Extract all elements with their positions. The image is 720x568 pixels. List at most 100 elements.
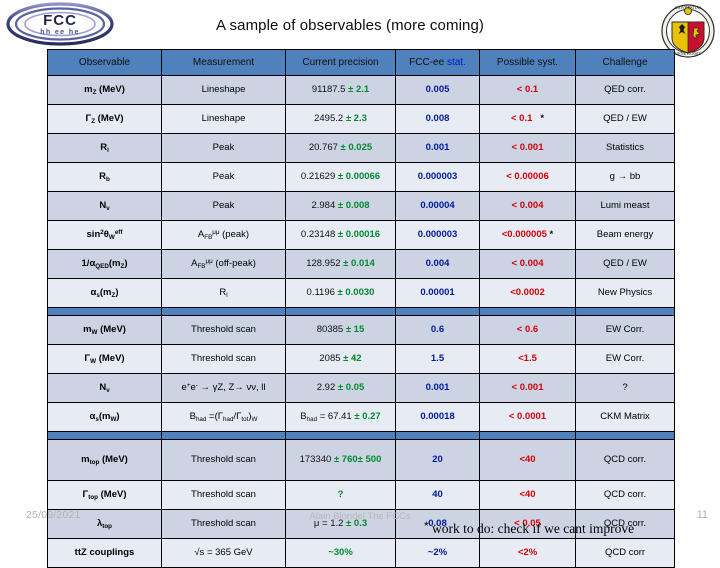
current-value: 20.767 — [308, 141, 338, 153]
stat-label: stat. — [446, 56, 466, 68]
col-header-current-precision: Current precision — [285, 49, 396, 76]
cell-measurement: e+e- → γZ, Z→ νν, ll — [161, 373, 286, 403]
footnote-star-icon: * — [424, 519, 429, 533]
cell-current-precision: 2.984 ± 0.008 — [285, 191, 396, 221]
cell-challenge: EW Corr. — [575, 315, 675, 345]
observables-table-body: mZ (MeV) Lineshape 91187.5 ± 2.1 0.005 <… — [47, 75, 675, 568]
page-title: A sample of observables (more coming) — [216, 17, 484, 34]
cell-challenge: QED / EW — [575, 104, 675, 134]
table-row: ttZ couplings √s = 365 GeV ~30% ~2% <2% … — [47, 538, 675, 568]
cell-stat: 0.000003 — [395, 220, 480, 250]
cell-challenge: Statistics — [575, 133, 675, 163]
footnote-text: work to do: check if we cant improve — [432, 521, 635, 536]
cell-syst: <40 — [479, 480, 576, 510]
cell-challenge: Beam energy — [575, 220, 675, 250]
table-row: Nν e+e- → γZ, Z→ νν, ll 2.92 ± 0.05 0.00… — [47, 373, 675, 403]
cell-current-precision: 2495.2 ± 2.3 — [285, 104, 396, 134]
cell-current-precision: 20.767 ± 0.025 — [285, 133, 396, 163]
current-error: ± 2.3 — [345, 112, 367, 124]
current-error: ± 0.00016 — [337, 228, 381, 240]
current-value: 0.21629 — [300, 170, 336, 182]
cell-observable: Nν — [47, 373, 162, 403]
svg-text:GENEVENSIS: GENEVENSIS — [675, 51, 701, 56]
separator-cell — [479, 307, 576, 316]
current-value: 173340 — [299, 453, 332, 465]
table-row: 1/αQED(mZ) AFBμμ (off-peak) 128.952 ± 0.… — [47, 249, 675, 279]
cell-observable: Rb — [47, 162, 162, 192]
cell-measurement: Bhad =(Γhad/Γtot)W — [161, 402, 286, 432]
cell-observable: Γtop (MeV) — [47, 480, 162, 510]
cell-stat: 0.00004 — [395, 191, 480, 221]
cell-measurement: Lineshape — [161, 104, 286, 134]
separator-cell — [285, 431, 396, 440]
cell-measurement: AFBμμ (off-peak) — [161, 249, 286, 279]
cell-measurement: Threshold scan — [161, 315, 286, 345]
current-error: ~30% — [328, 546, 353, 558]
table-row: mW (MeV) Threshold scan 80385 ± 15 0.6 <… — [47, 315, 675, 345]
cell-stat: ~2% — [395, 538, 480, 568]
cell-measurement: Peak — [161, 191, 286, 221]
cell-current-precision: ~30% — [285, 538, 396, 568]
syst-value: <0.000005 — [501, 228, 547, 240]
cell-syst: < 0.004 — [479, 191, 576, 221]
current-error: ± 0.0030 — [337, 286, 375, 298]
cell-challenge: EW Corr. — [575, 344, 675, 374]
cell-current-precision: Bhad = 67.41 ± 0.27 — [285, 402, 396, 432]
separator-cell — [161, 307, 286, 316]
table-section-separator — [47, 307, 675, 316]
current-value: 0.1196 — [306, 286, 335, 298]
cell-syst: < 0.001 — [479, 133, 576, 163]
cell-current-precision: 91187.5 ± 2.1 — [285, 75, 396, 105]
current-value: Bhad = 67.41 — [300, 410, 352, 423]
current-value: 2.984 — [311, 199, 336, 211]
cell-observable: 1/αQED(mZ) — [47, 249, 162, 279]
cell-stat: 0.008 — [395, 104, 480, 134]
current-error: ± 15 — [345, 323, 365, 335]
cell-syst: <2% — [479, 538, 576, 568]
cell-syst: < 0.1 * — [479, 104, 576, 134]
cell-measurement: Threshold scan — [161, 439, 286, 481]
cell-syst: < 0.00006 — [479, 162, 576, 192]
col-header-challenge: Challenge — [575, 49, 675, 76]
current-value: 2495.2 — [314, 112, 344, 124]
cell-current-precision: ? — [285, 480, 396, 510]
cell-observable: αs(mW) — [47, 402, 162, 432]
cell-stat: 0.001 — [395, 373, 480, 403]
cell-measurement: Threshold scan — [161, 344, 286, 374]
table-row: sin2θWeff AFBμμ (peak) 0.23148 ± 0.00016… — [47, 220, 675, 250]
fcc-logo: FCC hh ee he — [6, 2, 114, 46]
svg-text:FCC: FCC — [43, 12, 77, 29]
cell-observable: ttZ couplings — [47, 538, 162, 568]
cell-measurement: Rl — [161, 278, 286, 308]
current-error: ± 0.05 — [337, 381, 365, 393]
cell-observable: sin2θWeff — [47, 220, 162, 250]
observables-table: Observable Measurement Current precision… — [47, 49, 675, 568]
col-header-measurement: Measurement — [161, 49, 286, 76]
cell-challenge: QCD corr. — [575, 480, 675, 510]
current-value: 2.92 — [316, 381, 336, 393]
cell-measurement: Lineshape — [161, 75, 286, 105]
table-row: mZ (MeV) Lineshape 91187.5 ± 2.1 0.005 <… — [47, 75, 675, 105]
table-row: mtop (MeV) Threshold scan 173340 ± 760± … — [47, 439, 675, 481]
current-error: ± 0.00066 — [337, 170, 381, 182]
syst-value: < 0.1 — [510, 112, 533, 124]
cell-current-precision: 0.23148 ± 0.00016 — [285, 220, 396, 250]
current-value: 128.952 — [306, 257, 341, 269]
cell-stat: 20 — [395, 439, 480, 481]
cell-syst: < 0.0001 — [479, 402, 576, 432]
cell-observable: Nν — [47, 191, 162, 221]
table-row: ΓZ (MeV) Lineshape 2495.2 ± 2.3 0.008 < … — [47, 104, 675, 134]
current-value: 80385 — [316, 323, 344, 335]
cell-challenge: QCD corr. — [575, 439, 675, 481]
cell-current-precision: 80385 ± 15 — [285, 315, 396, 345]
cell-observable: mZ (MeV) — [47, 75, 162, 105]
table-row: Rl Peak 20.767 ± 0.025 0.001 < 0.001 Sta… — [47, 133, 675, 163]
separator-cell — [395, 307, 480, 316]
current-error: ± 760± 500 — [333, 453, 382, 465]
col-header-fcc-ee-stat: FCC-ee stat. — [395, 49, 480, 76]
current-error: ± 0.014 — [343, 257, 375, 269]
cell-syst: <40 — [479, 439, 576, 481]
cell-stat: 0.001 — [395, 133, 480, 163]
cell-current-precision: 0.1196 ± 0.0030 — [285, 278, 396, 308]
table-row: ΓW (MeV) Threshold scan 2085 ± 42 1.5 <1… — [47, 344, 675, 374]
